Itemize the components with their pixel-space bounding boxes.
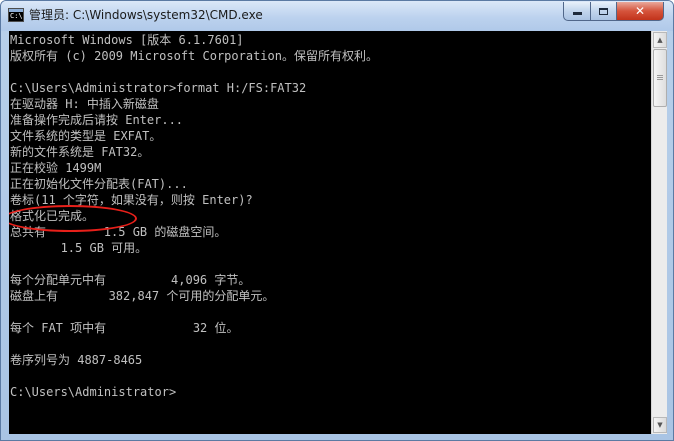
console-line: 新的文件系统是 FAT32。 [10,145,150,159]
scroll-thumb[interactable] [653,49,667,107]
scroll-down-button[interactable]: ▼ [653,417,667,433]
console-line: 卷序列号为 4887-8465 [10,353,143,367]
console-line: C:\Users\Administrator> [10,385,177,399]
scroll-up-icon: ▲ [657,36,663,44]
cmd-window: C:\ 管理员: C:\Windows\system32\CMD.exe ✕ M… [0,0,674,441]
title-bar[interactable]: C:\ 管理员: C:\Windows\system32\CMD.exe ✕ [1,1,673,31]
console-line: 每个分配单元中有 4,096 字节。 [10,273,251,287]
vertical-scrollbar[interactable]: ▲ ▼ [651,31,667,434]
console-line: 正在初始化文件分配表(FAT)... [10,177,188,191]
console-line: C:\Users\Administrator>format H:/FS:FAT3… [10,81,307,95]
console-line: 磁盘上有 382,847 个可用的分配单元。 [10,289,275,303]
minimize-button[interactable] [563,2,591,21]
cmd-console-icon[interactable]: C:\ [8,8,24,22]
close-icon: ✕ [634,4,646,18]
console-line: 准备操作完成后请按 Enter... [10,113,184,127]
console-line: 版权所有 (c) 2009 Microsoft Corporation。保留所有… [10,49,378,63]
window-title: 管理员: C:\Windows\system32\CMD.exe [29,8,263,22]
console-output[interactable]: Microsoft Windows [版本 6.1.7601] 版权所有 (c) … [9,31,651,434]
maximize-icon [599,8,608,15]
console-line: 在驱动器 H: 中插入新磁盘 [10,97,159,111]
console-line: 1.5 GB 可用。 [10,241,148,255]
console-line: 每个 FAT 项中有 32 位。 [10,321,239,335]
maximize-button[interactable] [590,2,617,21]
minimize-icon [572,12,582,15]
console-line: 正在校验 1499M [10,161,102,175]
scroll-down-icon: ▼ [657,421,663,429]
scroll-up-button[interactable]: ▲ [653,32,667,48]
red-highlight-circle [9,205,137,232]
grip-icon [657,75,663,76]
console-line: 文件系统的类型是 EXFAT。 [10,129,162,143]
console-line: Microsoft Windows [版本 6.1.7601] [10,33,244,47]
close-button[interactable]: ✕ [616,2,664,21]
